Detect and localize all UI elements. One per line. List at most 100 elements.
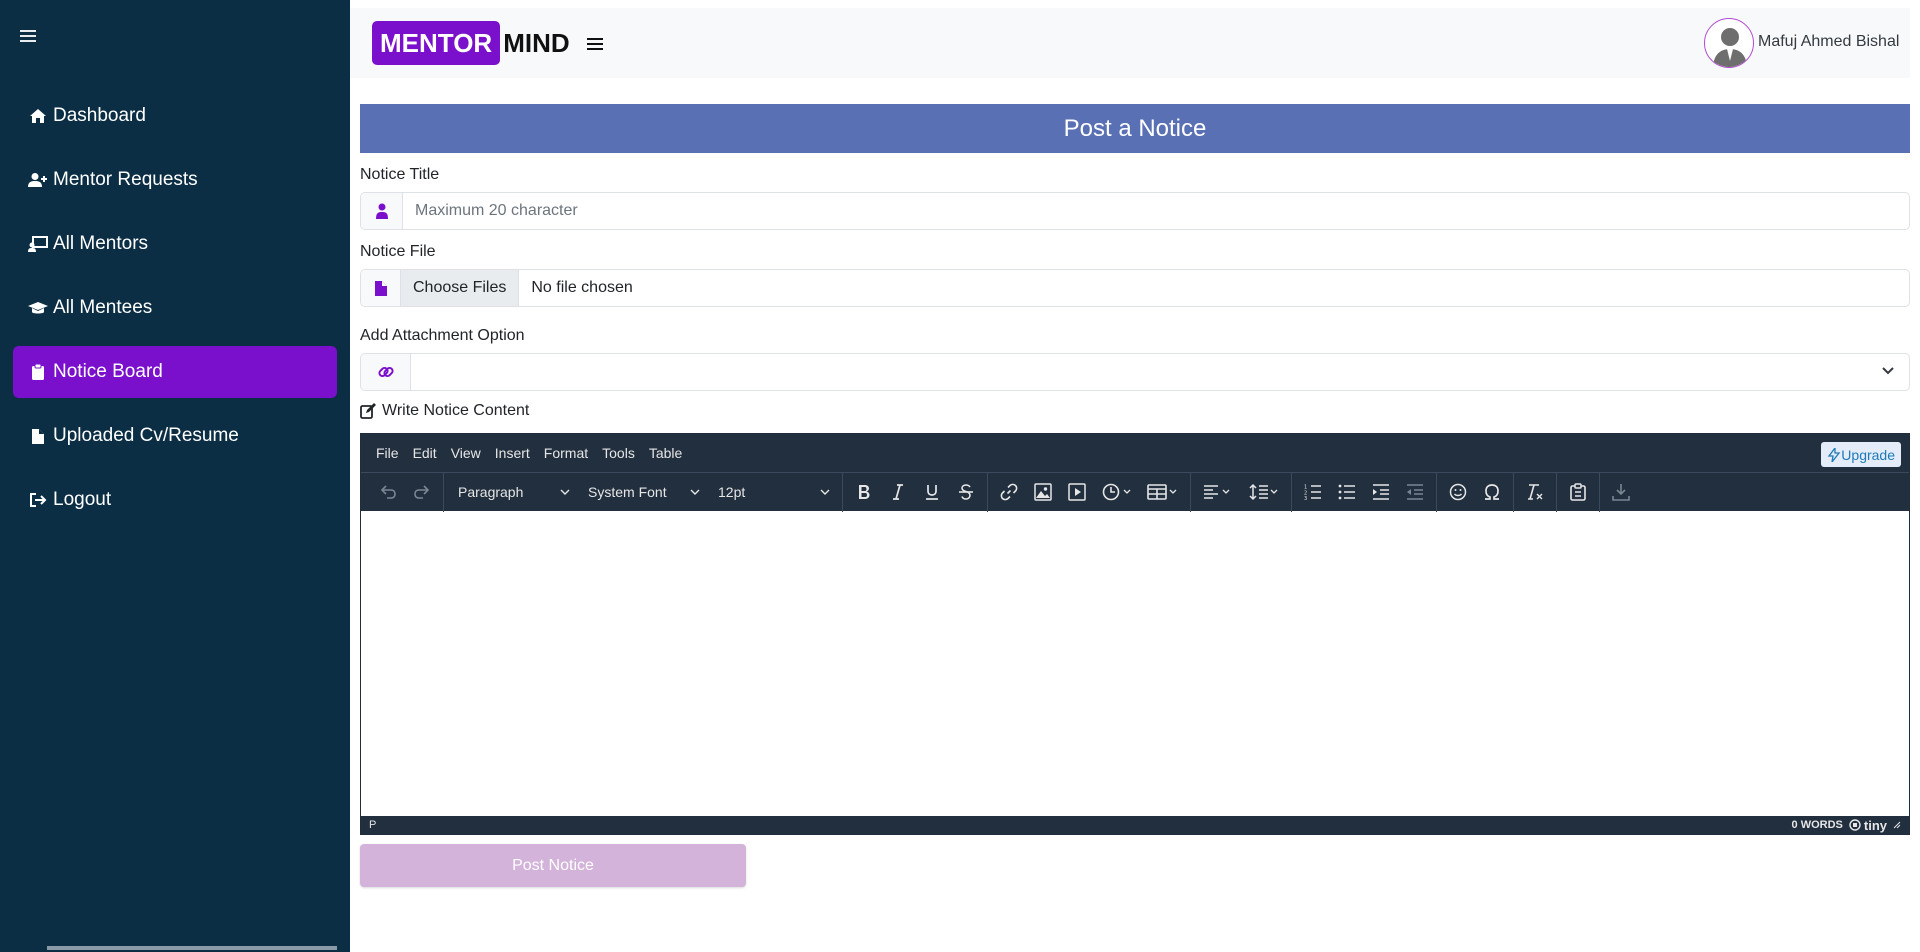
sidebar-item-label: Dashboard bbox=[53, 105, 146, 126]
align-left-icon[interactable] bbox=[1195, 477, 1241, 507]
sidebar-toggle-icon[interactable] bbox=[20, 30, 36, 42]
menu-insert[interactable]: Insert bbox=[488, 445, 537, 461]
sidebar-item-logout[interactable]: Logout bbox=[13, 474, 337, 526]
choose-files-button[interactable]: Choose Files bbox=[401, 270, 520, 306]
sidebar-item-label: All Mentors bbox=[53, 233, 149, 254]
user-name[interactable]: Mafuj Ahmed Bishal bbox=[1758, 33, 1899, 51]
user-plus-icon bbox=[27, 170, 49, 190]
sidebar-item-label: Mentor Requests bbox=[53, 169, 198, 190]
menu-file[interactable]: File bbox=[369, 445, 406, 461]
sidebar-item-notice-board[interactable]: Notice Board bbox=[13, 346, 337, 398]
chevron-down-icon bbox=[560, 489, 570, 495]
menu-edit[interactable]: Edit bbox=[406, 445, 444, 461]
emoji-icon[interactable] bbox=[1441, 477, 1475, 507]
font-family-select[interactable]: System Font bbox=[578, 477, 708, 507]
bullet-list-icon[interactable] bbox=[1330, 477, 1364, 507]
sidebar-item-label: All Mentees bbox=[53, 297, 153, 318]
numbered-list-icon[interactable]: 123 bbox=[1296, 477, 1330, 507]
block-format-value: Paragraph bbox=[458, 484, 524, 500]
attachment-select[interactable] bbox=[360, 353, 1910, 391]
chalkboard-user-icon bbox=[27, 234, 49, 254]
symbols-group bbox=[1437, 472, 1514, 512]
sidebar-item-label: Notice Board bbox=[53, 361, 163, 382]
link-icon[interactable] bbox=[992, 477, 1026, 507]
sidebar-item-all-mentors[interactable]: All Mentors bbox=[13, 218, 337, 270]
history-group bbox=[367, 472, 444, 512]
text-style-group bbox=[843, 472, 988, 512]
italic-icon[interactable] bbox=[881, 477, 915, 507]
font-family-value: System Font bbox=[588, 484, 667, 500]
font-size-select[interactable]: 12pt bbox=[708, 477, 838, 507]
sidebar-item-label: Logout bbox=[53, 489, 112, 510]
link-icon bbox=[361, 354, 411, 390]
sidebar-item-mentor-requests[interactable]: Mentor Requests bbox=[13, 154, 337, 206]
list-group: 123 bbox=[1292, 472, 1437, 512]
image-icon[interactable] bbox=[1026, 477, 1060, 507]
post-notice-button[interactable]: Post Notice bbox=[360, 844, 746, 887]
resize-handle-icon[interactable] bbox=[1893, 821, 1901, 829]
home-icon bbox=[27, 106, 49, 126]
logout-icon bbox=[27, 490, 49, 510]
media-icon[interactable] bbox=[1060, 477, 1094, 507]
outdent-icon[interactable] bbox=[1398, 477, 1432, 507]
tiny-brand-text: tiny bbox=[1863, 817, 1887, 833]
menu-tools[interactable]: Tools bbox=[595, 445, 642, 461]
write-content-text: Write Notice Content bbox=[382, 402, 530, 419]
top-header: MENTOR MIND Mafuj Ahmed Bishal bbox=[350, 8, 1910, 78]
notice-title-input[interactable] bbox=[403, 193, 1909, 229]
brand-logo[interactable]: MENTOR MIND bbox=[372, 21, 570, 65]
sidebar-item-uploaded-cv[interactable]: Uploaded Cv/Resume bbox=[13, 410, 337, 462]
sidebar-item-dashboard[interactable]: Dashboard bbox=[13, 90, 337, 142]
menu-table[interactable]: Table bbox=[642, 445, 689, 461]
underline-icon[interactable] bbox=[915, 477, 949, 507]
table-icon[interactable] bbox=[1140, 477, 1186, 507]
indent-icon[interactable] bbox=[1364, 477, 1398, 507]
datetime-icon[interactable] bbox=[1094, 477, 1140, 507]
rich-text-editor: File Edit View Insert Format Tools Table… bbox=[360, 433, 1910, 835]
paste-group bbox=[1557, 472, 1600, 512]
sidebar-item-label: Uploaded Cv/Resume bbox=[53, 425, 239, 446]
menu-view[interactable]: View bbox=[444, 445, 488, 461]
undo-icon[interactable] bbox=[371, 477, 405, 507]
attachment-label: Add Attachment Option bbox=[360, 327, 525, 344]
file-status: No file chosen bbox=[531, 279, 633, 296]
export-group bbox=[1600, 473, 1642, 512]
special-char-icon[interactable] bbox=[1475, 477, 1509, 507]
redo-icon[interactable] bbox=[405, 477, 439, 507]
font-size-value: 12pt bbox=[718, 484, 746, 500]
chevron-down-icon bbox=[820, 489, 830, 495]
notice-title-group bbox=[360, 192, 1910, 230]
editor-content-area[interactable] bbox=[361, 511, 1909, 816]
align-group bbox=[1191, 472, 1292, 512]
line-height-icon[interactable] bbox=[1241, 477, 1287, 507]
editor-statusbar: P 0 WORDS tiny bbox=[361, 816, 1909, 834]
notice-file-label: Notice File bbox=[360, 243, 436, 260]
paste-icon[interactable] bbox=[1561, 477, 1595, 507]
horizontal-scrollbar[interactable] bbox=[47, 946, 337, 950]
clear-group bbox=[1514, 472, 1557, 512]
download-icon[interactable] bbox=[1604, 477, 1638, 507]
insert-group bbox=[988, 472, 1191, 512]
sidebar-item-all-mentees[interactable]: All Mentees bbox=[13, 282, 337, 334]
block-format-select[interactable]: Paragraph bbox=[448, 477, 578, 507]
avatar[interactable] bbox=[1704, 18, 1754, 68]
edit-icon bbox=[360, 403, 376, 419]
menu-format[interactable]: Format bbox=[537, 445, 595, 461]
write-content-label: Write Notice Content bbox=[360, 401, 1910, 421]
logo-mentor: MENTOR bbox=[372, 21, 501, 65]
tiny-logo-icon bbox=[1849, 819, 1861, 831]
strikethrough-icon[interactable] bbox=[949, 477, 983, 507]
tiny-brand[interactable]: tiny bbox=[1849, 818, 1887, 833]
logo-mind: MIND bbox=[503, 27, 570, 58]
upgrade-button[interactable]: Upgrade bbox=[1821, 442, 1901, 467]
bold-icon[interactable] bbox=[847, 477, 881, 507]
element-path[interactable]: P bbox=[369, 819, 376, 831]
word-count[interactable]: 0 WORDS bbox=[1792, 819, 1843, 831]
notice-title-label: Notice Title bbox=[360, 166, 440, 183]
svg-text:3: 3 bbox=[1304, 496, 1307, 500]
remove-format-icon[interactable] bbox=[1518, 477, 1552, 507]
chevron-down-icon bbox=[690, 489, 700, 495]
menu-toggle-icon[interactable] bbox=[587, 38, 603, 52]
editor-menubar: File Edit View Insert Format Tools Table… bbox=[361, 434, 1909, 472]
upgrade-label: Upgrade bbox=[1841, 446, 1895, 463]
